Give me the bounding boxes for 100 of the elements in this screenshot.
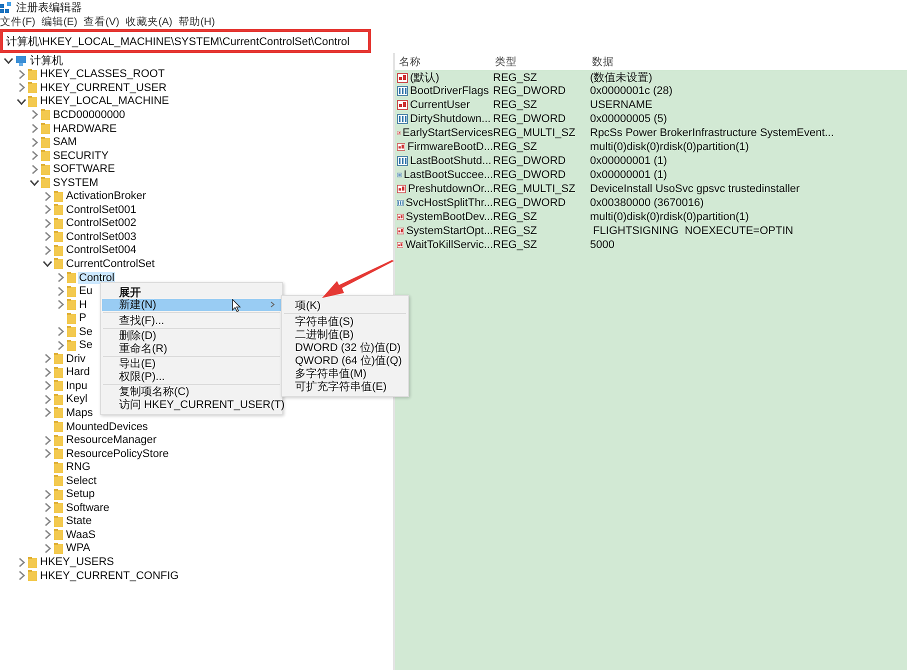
folder-icon — [54, 529, 63, 540]
address-field[interactable]: 计算机\HKEY_LOCAL_MACHINE\SYSTEM\CurrentControlSet\Control — [0, 29, 371, 53]
chevron-icon[interactable] — [43, 259, 52, 268]
tree-item[interactable]: P — [78, 312, 88, 324]
folder-icon — [41, 177, 50, 188]
binary-value-icon — [397, 114, 408, 124]
tree-item[interactable]: Eu — [78, 285, 94, 298]
value-name: SvcHostSplitThr... — [406, 197, 493, 209]
column-header[interactable]: 名称 — [399, 54, 495, 68]
tree-item[interactable]: WaaS — [65, 528, 97, 541]
menu-item[interactable]: 导出(E) — [102, 358, 281, 370]
tree-item[interactable]: Se — [78, 326, 94, 338]
menu-item[interactable]: 可扩充字符串值(E) — [283, 380, 407, 393]
folder-icon — [54, 204, 63, 216]
tree-item[interactable]: 计算机 — [29, 54, 64, 67]
tree-item[interactable]: CurrentControlSet — [65, 258, 156, 270]
folder-icon — [28, 68, 37, 80]
menu-item[interactable]: 编辑(E) — [41, 15, 78, 29]
tree-item[interactable]: Maps — [65, 406, 94, 419]
folder-icon — [54, 258, 63, 270]
tree-item[interactable]: Setup — [65, 488, 96, 500]
menu-item[interactable]: 文件(F) — [0, 15, 36, 29]
menu-item[interactable]: QWORD (64 位)值(Q) — [283, 354, 407, 367]
menu-item[interactable]: 复制项名称(C) — [102, 386, 281, 398]
column-header[interactable]: 类型 — [495, 54, 592, 68]
chevron-icon[interactable] — [17, 96, 26, 106]
folder-icon — [54, 502, 63, 514]
string-value-icon — [397, 240, 404, 250]
chevron-icon[interactable] — [30, 178, 39, 188]
tree-item[interactable]: Se — [78, 339, 94, 352]
value-type: REG_DWORD — [493, 169, 566, 181]
tree-item[interactable]: HKEY_CLASSES_ROOT — [39, 68, 166, 80]
tree-item[interactable]: SOFTWARE — [52, 163, 116, 176]
menu-item[interactable]: 展开 — [102, 286, 281, 298]
folder-icon — [41, 123, 50, 134]
tree-item[interactable]: Hard — [65, 366, 91, 378]
tree-item[interactable]: BCD00000000 — [52, 108, 126, 121]
value-type: REG_SZ — [493, 211, 538, 223]
folder-icon — [54, 516, 63, 527]
folder-icon — [54, 244, 63, 256]
tree-item[interactable]: MountedDevices — [65, 420, 149, 433]
tree-item[interactable]: SECURITY — [52, 150, 110, 162]
menu-item[interactable]: 字符串值(S) — [283, 315, 407, 328]
tree-item[interactable]: ActivationBroker — [65, 190, 148, 202]
tree-item[interactable]: HKEY_USERS — [39, 556, 115, 568]
tree-item[interactable]: RNG — [65, 461, 92, 474]
tree-item[interactable]: HKEY_CURRENT_USER — [39, 82, 168, 94]
tree-item[interactable]: H — [78, 298, 88, 311]
folder-icon — [67, 312, 76, 324]
chevron-icon[interactable] — [4, 56, 13, 66]
folder-icon — [54, 407, 63, 418]
menu-item[interactable]: DWORD (32 位)值(D) — [283, 341, 407, 354]
menu-item[interactable]: 项(K) — [283, 299, 407, 312]
menu-item[interactable]: 查看(V) — [83, 15, 120, 29]
string-value-icon — [397, 184, 406, 194]
folder-icon — [54, 190, 63, 202]
folder-icon — [67, 340, 76, 351]
folder-icon — [54, 366, 63, 378]
address-text: 计算机\HKEY_LOCAL_MACHINE\SYSTEM\CurrentControlSet\Control — [6, 34, 350, 48]
tree-item[interactable]: SYSTEM — [52, 176, 100, 189]
value-type: REG_DWORD — [493, 155, 566, 167]
tree-item[interactable]: Software — [65, 502, 110, 514]
value-data: USERNAME — [590, 99, 652, 111]
menu-item[interactable]: 权限(P)... — [102, 370, 281, 382]
tree-item[interactable]: Select — [65, 474, 98, 487]
value-name: WaitToKillServic... — [405, 239, 493, 251]
tree-item[interactable]: WPA — [65, 542, 92, 554]
tree-item[interactable]: ResourceManager — [65, 434, 158, 446]
tree-item[interactable]: HKEY_CURRENT_CONFIG — [39, 570, 180, 582]
menu-item[interactable]: 查找(F)... — [102, 314, 281, 326]
tree-item[interactable]: ControlSet002 — [65, 217, 138, 230]
tree-item[interactable]: ControlSet001 — [65, 204, 138, 216]
column-header[interactable]: 数据 — [592, 54, 907, 68]
value-type: REG_DWORD — [493, 85, 566, 97]
menu-item[interactable]: 帮助(H) — [178, 15, 215, 29]
folder-icon — [54, 218, 63, 229]
menu-item[interactable]: 多字符串值(M) — [283, 367, 407, 380]
menu-item[interactable]: 收藏夹(A) — [125, 15, 172, 29]
tree-item[interactable]: HKEY_LOCAL_MACHINE — [39, 95, 170, 108]
menu-item[interactable]: 新建(N) — [102, 298, 281, 311]
tree-item[interactable]: ControlSet004 — [65, 244, 138, 256]
menu-item[interactable]: 二进制值(B) — [283, 328, 407, 341]
menu-item[interactable]: 删除(D) — [102, 330, 281, 342]
folder-icon — [67, 299, 76, 310]
tree-item[interactable]: Control — [78, 272, 116, 284]
tree-item[interactable]: Driv — [65, 352, 87, 365]
tree-item[interactable]: Keyl — [65, 393, 88, 406]
menu-item[interactable]: 重命名(R) — [102, 342, 281, 354]
value-data: 0x00000005 (5) — [590, 113, 668, 125]
folder-icon — [54, 421, 63, 432]
tree-item[interactable]: ResourcePolicyStore — [65, 448, 170, 460]
tree-item[interactable]: SAM — [52, 136, 78, 148]
value-name: LastBootSuccee... — [404, 169, 493, 181]
window-title: 注册表编辑器 — [16, 0, 82, 15]
value-type: REG_SZ — [493, 141, 538, 153]
tree-item[interactable]: State — [65, 515, 93, 528]
tree-item[interactable]: HARDWARE — [52, 122, 118, 134]
tree-item[interactable]: Inpu — [65, 380, 88, 392]
tree-item[interactable]: ControlSet003 — [65, 230, 138, 243]
value-data: RpcSs Power BrokerInfrastructure SystemEvent... — [590, 127, 834, 139]
